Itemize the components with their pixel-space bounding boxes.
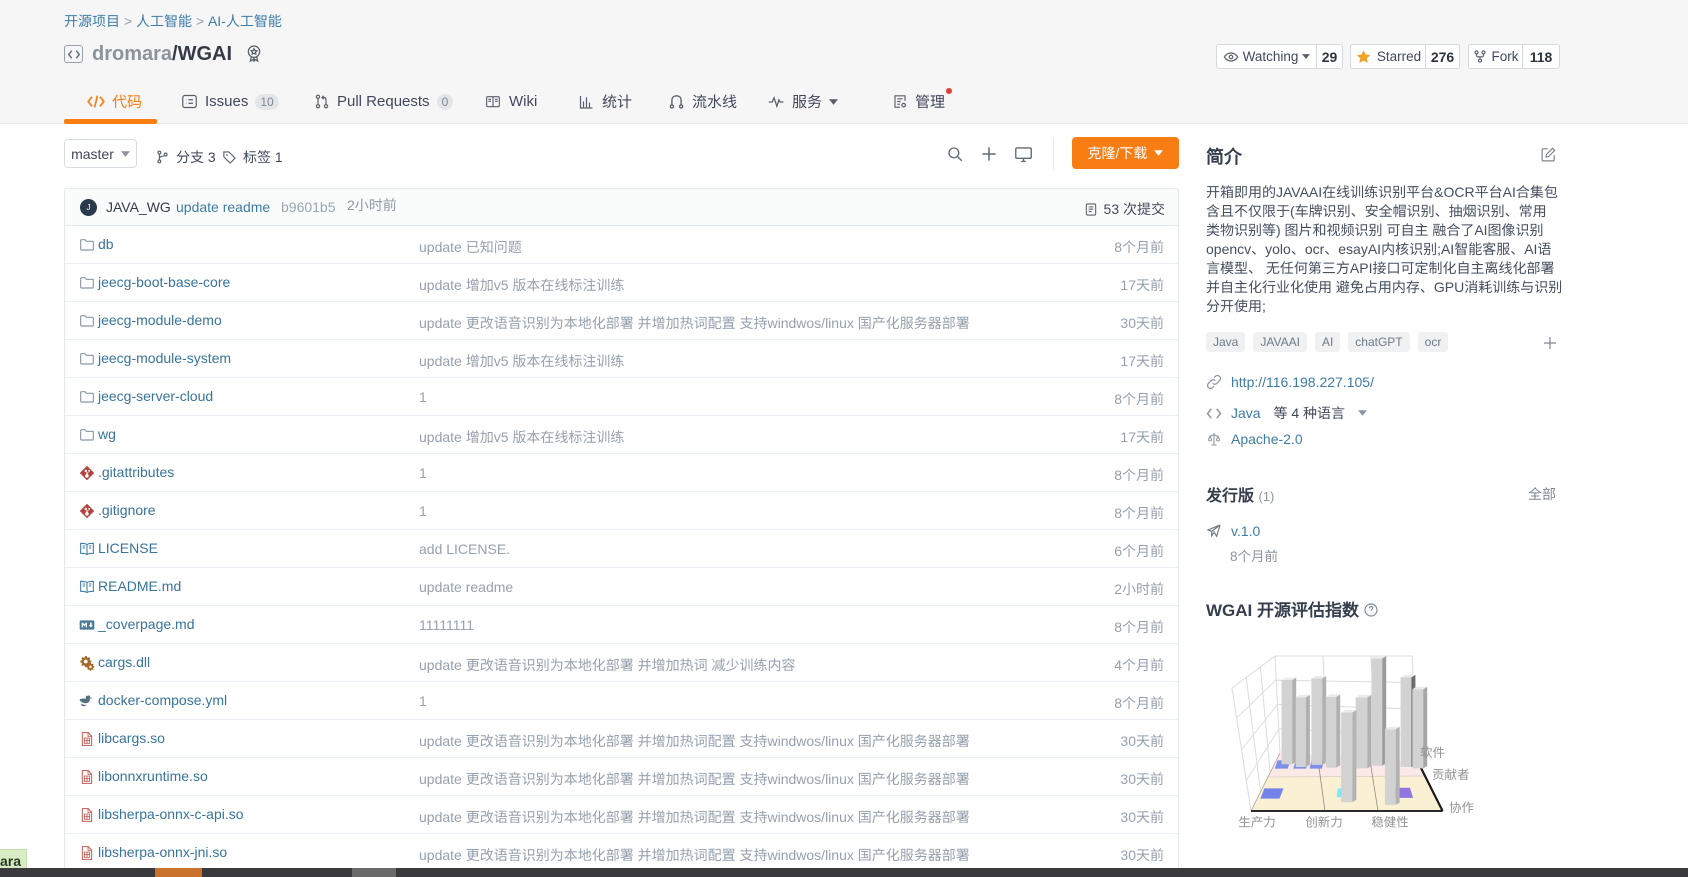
svg-text:生产力: 生产力 [1238,816,1276,830]
svg-text:软件: 软件 [1420,746,1445,760]
svg-text:协作: 协作 [1449,801,1475,815]
svg-text:稳健性: 稳健性 [1371,816,1409,830]
svg-text:贡献者: 贡献者 [1432,768,1470,782]
svg-text:创新力: 创新力 [1305,816,1343,830]
